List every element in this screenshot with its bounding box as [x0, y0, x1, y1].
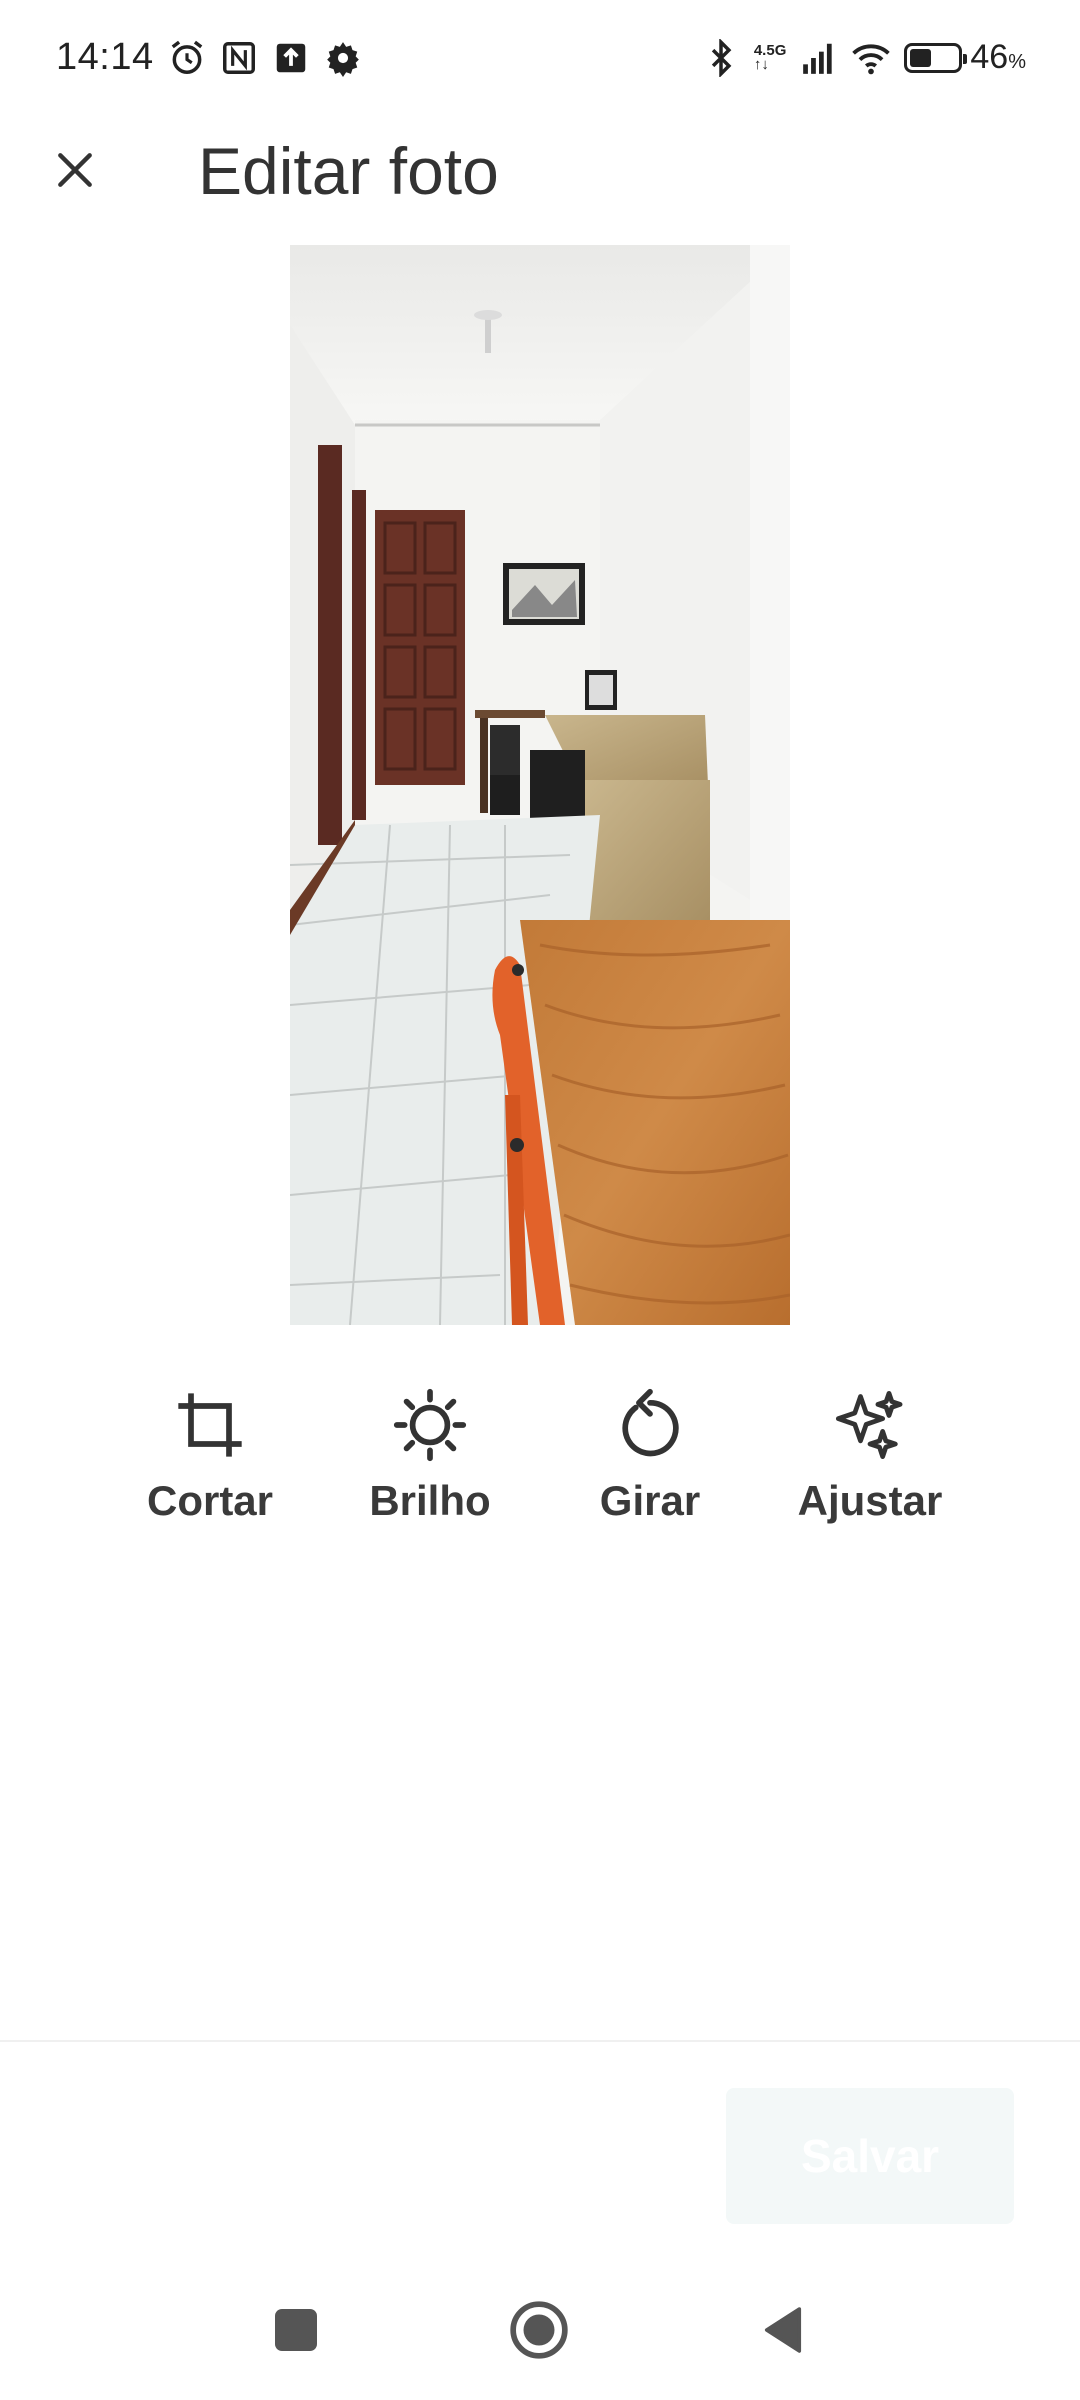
status-time: 14:14 [56, 36, 154, 78]
adjust-tool[interactable]: Ajustar [780, 1385, 960, 1545]
brightness-tool[interactable]: Brilho [340, 1385, 520, 1545]
network-type-label: 4.5G ↑↓ [753, 43, 787, 73]
rotate-icon [610, 1385, 690, 1465]
brightness-icon [390, 1385, 470, 1465]
edit-tools: Cortar Brilho Girar Ajustar [120, 1385, 960, 1545]
status-bar-right: 4.5G ↑↓ 46% [702, 38, 1026, 77]
battery-level-fill [910, 48, 932, 67]
home-icon [510, 2301, 568, 2359]
system-navigation-bar [0, 2280, 1080, 2380]
screen: 14:14 4.5G ↑↓ 46% Editar foto Cortar Bri… [0, 0, 1080, 2400]
network-activity: ↑↓ [753, 55, 769, 73]
battery-icon [904, 42, 968, 73]
nfc-icon [220, 39, 258, 77]
adjust-label: Ajustar [797, 1477, 943, 1524]
sparkle-icon [830, 1385, 910, 1465]
alarm-icon [168, 39, 206, 77]
wifi-icon [852, 39, 891, 77]
status-bar-left: 14:14 [56, 36, 362, 79]
back-icon [764, 2307, 802, 2353]
crop-label: Cortar [146, 1477, 274, 1524]
close-icon [58, 153, 92, 187]
crop-icon [170, 1385, 250, 1465]
battery-percent: 46% [970, 38, 1026, 77]
photo-image [290, 245, 790, 1325]
back-button[interactable] [755, 2302, 811, 2358]
rotate-tool[interactable]: Girar [560, 1385, 740, 1545]
recent-apps-icon [275, 2309, 317, 2351]
battery-percent-value: 46 [970, 38, 1009, 76]
rotate-label: Girar [599, 1477, 701, 1524]
app-bar: Editar foto [0, 115, 1080, 225]
brightness-label: Brilho [369, 1477, 491, 1524]
signal-icon [800, 39, 838, 77]
save-button[interactable]: Salvar [726, 2088, 1014, 2224]
settings-icon [324, 39, 362, 77]
bluetooth-icon [702, 38, 740, 77]
close-button[interactable] [42, 137, 108, 203]
bottom-divider [0, 2040, 1080, 2042]
crop-tool[interactable]: Cortar [120, 1385, 300, 1545]
page-title: Editar foto [198, 134, 499, 208]
home-button[interactable] [508, 2299, 570, 2361]
status-bar: 14:14 4.5G ↑↓ 46% [0, 0, 1080, 115]
battery-indicator: 46% [904, 38, 1026, 77]
battery-percent-symbol: % [1008, 51, 1026, 73]
recent-apps-button[interactable] [268, 2302, 324, 2358]
photo-preview [290, 245, 790, 1325]
upload-icon [272, 39, 310, 77]
